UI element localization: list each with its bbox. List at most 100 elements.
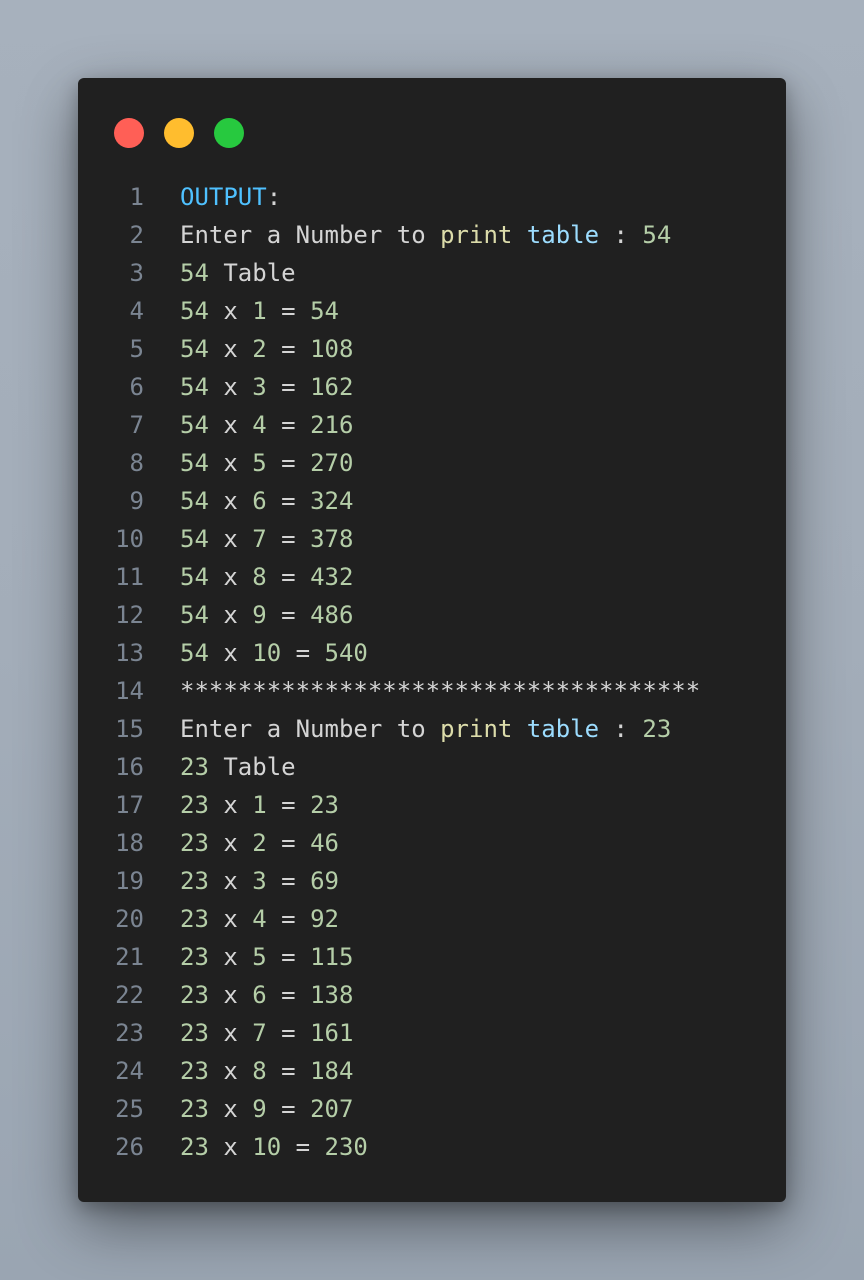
code-block: 1 OUTPUT: 2 Enter a Number to print table :…: [78, 178, 786, 1166]
line-text: 23 Table: [180, 748, 296, 786]
code-line: 13 54 x 10 = 540: [78, 634, 786, 672]
code-token: x: [208, 601, 253, 629]
code-line: 23 23 x 7 = 161: [78, 1014, 786, 1052]
line-number: 3: [129, 259, 144, 287]
line-number: 7: [129, 411, 144, 439]
code-token: 8: [252, 1057, 267, 1085]
line-text: 54 x 2 = 108: [180, 330, 353, 368]
code-token: =: [266, 1095, 311, 1123]
code-token: 2: [252, 335, 267, 363]
code-token: x: [208, 373, 253, 401]
code-token: print: [440, 221, 513, 249]
minimize-button[interactable]: [164, 118, 194, 148]
code-token: table: [526, 221, 600, 249]
code-token: 115: [310, 943, 354, 971]
code-token: =: [266, 449, 311, 477]
line-number: 22: [115, 981, 144, 1009]
line-text: 23 x 4 = 92: [180, 900, 339, 938]
code-token: Table: [208, 259, 296, 287]
code-token: 54: [180, 601, 209, 629]
code-token: 54: [642, 221, 672, 249]
line-number: 24: [115, 1057, 144, 1085]
code-token: x: [208, 905, 253, 933]
code-token: table: [526, 715, 600, 743]
code-token: =: [266, 829, 311, 857]
code-token: 4: [252, 905, 267, 933]
code-token: x: [208, 1133, 253, 1161]
line-text: 54 x 4 = 216: [180, 406, 353, 444]
code-token: x: [208, 487, 253, 515]
code-token: 2: [252, 829, 267, 857]
code-token: 3: [252, 867, 267, 895]
code-token: 23: [180, 1057, 209, 1085]
code-token: x: [208, 335, 253, 363]
code-token: 92: [310, 905, 339, 933]
code-token: 23: [180, 1019, 209, 1047]
code-token: 54: [180, 411, 209, 439]
code-token: 54: [180, 335, 209, 363]
line-number: 8: [129, 449, 144, 477]
line-text: 23 x 2 = 46: [180, 824, 339, 862]
line-text: 54 x 3 = 162: [180, 368, 353, 406]
code-token: =: [266, 943, 311, 971]
line-number: 14: [115, 677, 144, 705]
code-token: Enter a Number to: [180, 221, 441, 249]
code-token: 540: [324, 639, 368, 667]
code-token: 230: [324, 1133, 368, 1161]
line-number: 12: [115, 601, 144, 629]
line-number: 15: [115, 715, 144, 743]
code-line: 3 54 Table: [78, 254, 786, 292]
line-text: 23 x 9 = 207: [180, 1090, 353, 1128]
close-button[interactable]: [114, 118, 144, 148]
code-token: 138: [310, 981, 354, 1009]
code-line: 14 ************************************: [78, 672, 786, 710]
code-line: 9 54 x 6 = 324: [78, 482, 786, 520]
line-text: 23 x 1 = 23: [180, 786, 339, 824]
code-token: 1: [252, 791, 267, 819]
code-token: 6: [252, 981, 267, 1009]
code-token: 207: [310, 1095, 354, 1123]
code-token: =: [266, 563, 311, 591]
code-token: =: [266, 1057, 311, 1085]
line-number: 19: [115, 867, 144, 895]
window-controls: [114, 118, 244, 148]
code-token: 184: [310, 1057, 354, 1085]
code-token: x: [208, 867, 253, 895]
code-token: x: [208, 563, 253, 591]
code-token: 3: [252, 373, 267, 401]
line-number: 13: [115, 639, 144, 667]
line-text: 54 x 6 = 324: [180, 482, 353, 520]
code-token: print: [440, 715, 513, 743]
code-token: 23: [180, 791, 209, 819]
code-token: 23: [180, 981, 209, 1009]
code-line: 22 23 x 6 = 138: [78, 976, 786, 1014]
line-number: 21: [115, 943, 144, 971]
code-token: =: [266, 297, 311, 325]
code-line: 6 54 x 3 = 162: [78, 368, 786, 406]
code-token: =: [266, 335, 311, 363]
code-line: 4 54 x 1 = 54: [78, 292, 786, 330]
code-line: 20 23 x 4 = 92: [78, 900, 786, 938]
code-token: =: [281, 639, 325, 667]
maximize-button[interactable]: [214, 118, 244, 148]
line-text: 54 x 8 = 432: [180, 558, 353, 596]
line-number: 1: [129, 183, 144, 211]
code-token: =: [266, 867, 311, 895]
code-token: 9: [252, 1095, 267, 1123]
code-line: 25 23 x 9 = 207: [78, 1090, 786, 1128]
code-token: :: [599, 221, 643, 249]
code-token: OUTPUT: [180, 183, 267, 211]
code-line: 24 23 x 8 = 184: [78, 1052, 786, 1090]
code-line: 12 54 x 9 = 486: [78, 596, 786, 634]
code-token: =: [266, 981, 311, 1009]
code-token: 23: [180, 1133, 209, 1161]
code-token: 10: [252, 639, 282, 667]
code-token: 216: [310, 411, 354, 439]
line-number: 4: [129, 297, 144, 325]
code-token: :: [599, 715, 643, 743]
line-text: 54 x 1 = 54: [180, 292, 339, 330]
code-token: 270: [310, 449, 354, 477]
code-token: 54: [180, 449, 209, 477]
code-line: 11 54 x 8 = 432: [78, 558, 786, 596]
